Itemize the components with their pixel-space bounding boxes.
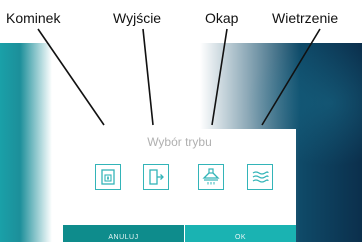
mode-button-fireplace[interactable] <box>95 164 121 190</box>
cooker-hood-icon <box>202 168 220 185</box>
mode-button-exit[interactable] <box>143 164 169 190</box>
dialog-title: Wybór trybu <box>147 135 212 149</box>
airflow-waves-icon <box>252 171 269 183</box>
device-screen: Wybór trybu ANULUJ OK <box>0 43 362 242</box>
ok-button[interactable]: OK <box>185 225 296 242</box>
callout-label-wyjscie: Wyjście <box>113 10 162 26</box>
mode-button-cooker-hood[interactable] <box>198 164 224 190</box>
exit-door-icon <box>149 169 164 185</box>
callout-label-wietrzenie: Wietrzenie <box>272 10 339 26</box>
mode-button-airing[interactable] <box>247 164 273 190</box>
fireplace-icon <box>101 169 115 185</box>
callout-label-kominek: Kominek <box>6 10 61 26</box>
cancel-button[interactable]: ANULUJ <box>63 225 184 242</box>
mode-select-dialog: Wybór trybu ANULUJ OK <box>63 129 296 242</box>
dialog-button-bar: ANULUJ OK <box>63 225 296 242</box>
callout-label-okap: Okap <box>205 10 239 26</box>
